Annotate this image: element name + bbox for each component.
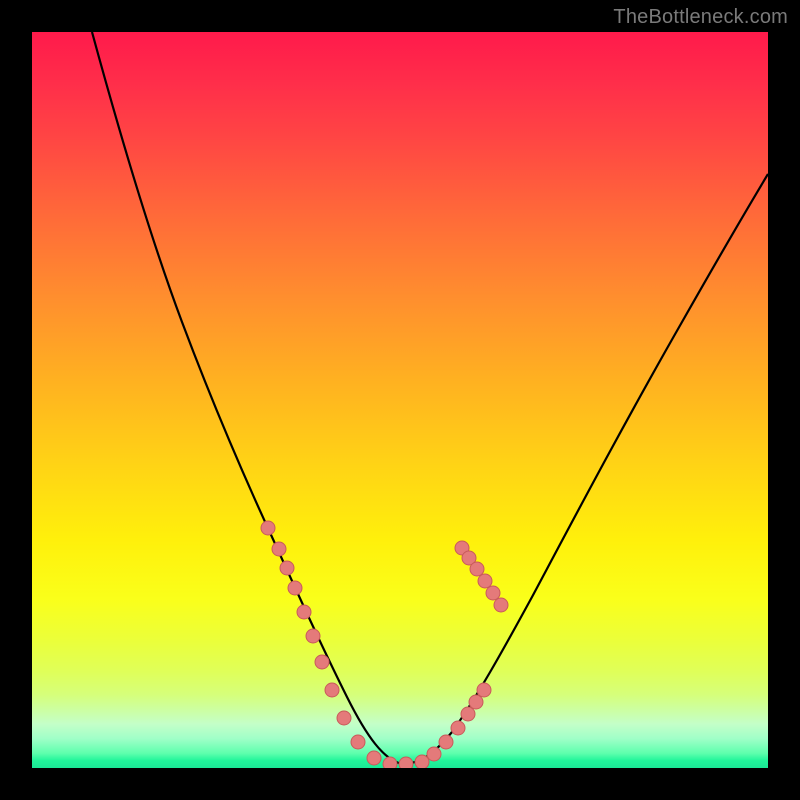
marker-dot	[478, 574, 492, 588]
plot-area	[32, 32, 768, 768]
marker-dot	[451, 721, 465, 735]
curve-layer	[32, 32, 768, 768]
marker-cluster-right	[415, 541, 508, 768]
marker-dot	[439, 735, 453, 749]
chart-frame: TheBottleneck.com	[0, 0, 800, 800]
marker-dot	[477, 683, 491, 697]
marker-dot	[280, 561, 294, 575]
marker-dot	[399, 757, 413, 768]
watermark-text: TheBottleneck.com	[613, 6, 788, 29]
marker-dot	[469, 695, 483, 709]
marker-dot	[415, 755, 429, 768]
marker-dot	[486, 586, 500, 600]
marker-dot	[461, 707, 475, 721]
marker-dot	[470, 562, 484, 576]
marker-dot	[367, 751, 381, 765]
marker-dot	[383, 757, 397, 768]
marker-dot	[337, 711, 351, 725]
marker-dot	[297, 605, 311, 619]
bottleneck-curve	[92, 32, 768, 764]
marker-dot	[351, 735, 365, 749]
marker-cluster-left	[261, 521, 413, 768]
marker-dot	[261, 521, 275, 535]
marker-dot	[494, 598, 508, 612]
marker-dot	[272, 542, 286, 556]
marker-dot	[427, 747, 441, 761]
marker-dot	[315, 655, 329, 669]
marker-dot	[325, 683, 339, 697]
marker-dot	[288, 581, 302, 595]
marker-dot	[306, 629, 320, 643]
